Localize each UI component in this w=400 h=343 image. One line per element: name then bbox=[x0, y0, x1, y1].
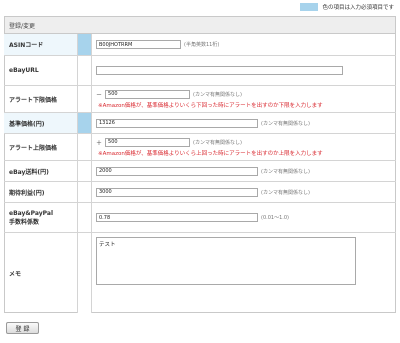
alert-lower-warning: ※Amazon価格が、基準価格よりいくら下回った時にアラートを出すのか下限を入力… bbox=[98, 102, 323, 109]
alert-upper-hint: (カンマ有無関係なし) bbox=[193, 139, 242, 146]
required-marker bbox=[78, 113, 92, 133]
alert-lower-row: アラート下限価格 － (カンマ有無関係なし) ※Amazon価格が、基準価格より… bbox=[4, 86, 396, 113]
ebay-shipping-row: eBay送料(円) (カンマ有無関係なし) bbox=[4, 161, 396, 182]
base-price-input[interactable] bbox=[96, 118, 258, 128]
asin-label: ASINコード bbox=[4, 34, 78, 55]
expected-profit-label: 期待利益(円) bbox=[4, 182, 78, 202]
memo-row: メモ テスト bbox=[4, 233, 396, 313]
alert-lower-hint: (カンマ有無関係なし) bbox=[193, 91, 242, 98]
memo-label: メモ bbox=[4, 233, 78, 313]
asin-hint: (半角英数11桁) bbox=[184, 42, 220, 48]
base-price-row: 基準価格(円) (カンマ有無関係なし) bbox=[4, 113, 396, 134]
fee-rate-label-line2: 手数料係数 bbox=[9, 218, 40, 226]
minus-sign: － bbox=[96, 91, 103, 99]
fee-rate-input[interactable] bbox=[96, 213, 258, 222]
fee-rate-hint: (0.01〜1.0) bbox=[261, 215, 289, 221]
base-price-label: 基準価格(円) bbox=[4, 113, 78, 133]
fee-rate-label-line1: eBay&PayPal bbox=[9, 209, 54, 217]
ebay-url-input[interactable] bbox=[96, 66, 343, 75]
register-button[interactable]: 登 録 bbox=[6, 322, 39, 334]
base-price-hint: (カンマ有無関係なし) bbox=[261, 120, 310, 127]
alert-lower-label: アラート下限価格 bbox=[4, 86, 78, 112]
ebay-url-row: eBayURL bbox=[4, 56, 396, 86]
asin-input[interactable] bbox=[96, 40, 181, 49]
alert-upper-warning: ※Amazon価格が、基準価格よりいくら上回った時にアラートを出すのか上限を入力… bbox=[98, 150, 323, 157]
plus-sign: ＋ bbox=[96, 139, 103, 147]
ebay-shipping-hint: (カンマ有無関係なし) bbox=[261, 168, 310, 175]
fee-rate-row: eBay&PayPal 手数料係数 (0.01〜1.0) bbox=[4, 203, 396, 233]
required-marker bbox=[78, 34, 92, 55]
ebay-shipping-input[interactable] bbox=[96, 166, 258, 176]
legend-swatch bbox=[300, 3, 319, 11]
ebay-url-label: eBayURL bbox=[4, 56, 78, 85]
memo-textarea[interactable]: テスト bbox=[96, 237, 356, 285]
expected-profit-hint: (カンマ有無関係なし) bbox=[261, 189, 310, 196]
alert-upper-label: アラート上限価格 bbox=[4, 134, 78, 160]
required-legend: 色の項目は入力必須項目です bbox=[300, 2, 394, 12]
ebay-shipping-label: eBay送料(円) bbox=[4, 161, 78, 181]
expected-profit-row: 期待利益(円) (カンマ有無関係なし) bbox=[4, 182, 396, 203]
legend-text: 色の項目は入力必須項目です bbox=[322, 5, 394, 11]
alert-lower-input[interactable] bbox=[105, 89, 191, 99]
alert-upper-row: アラート上限価格 ＋ (カンマ有無関係なし) ※Amazon価格が、基準価格より… bbox=[4, 134, 396, 161]
fee-rate-label: eBay&PayPal 手数料係数 bbox=[4, 203, 78, 232]
alert-upper-input[interactable] bbox=[105, 137, 191, 147]
panel-title: 登録/変更 bbox=[5, 17, 395, 34]
asin-row: ASINコード (半角英数11桁) bbox=[4, 34, 396, 56]
expected-profit-input[interactable] bbox=[96, 187, 258, 197]
